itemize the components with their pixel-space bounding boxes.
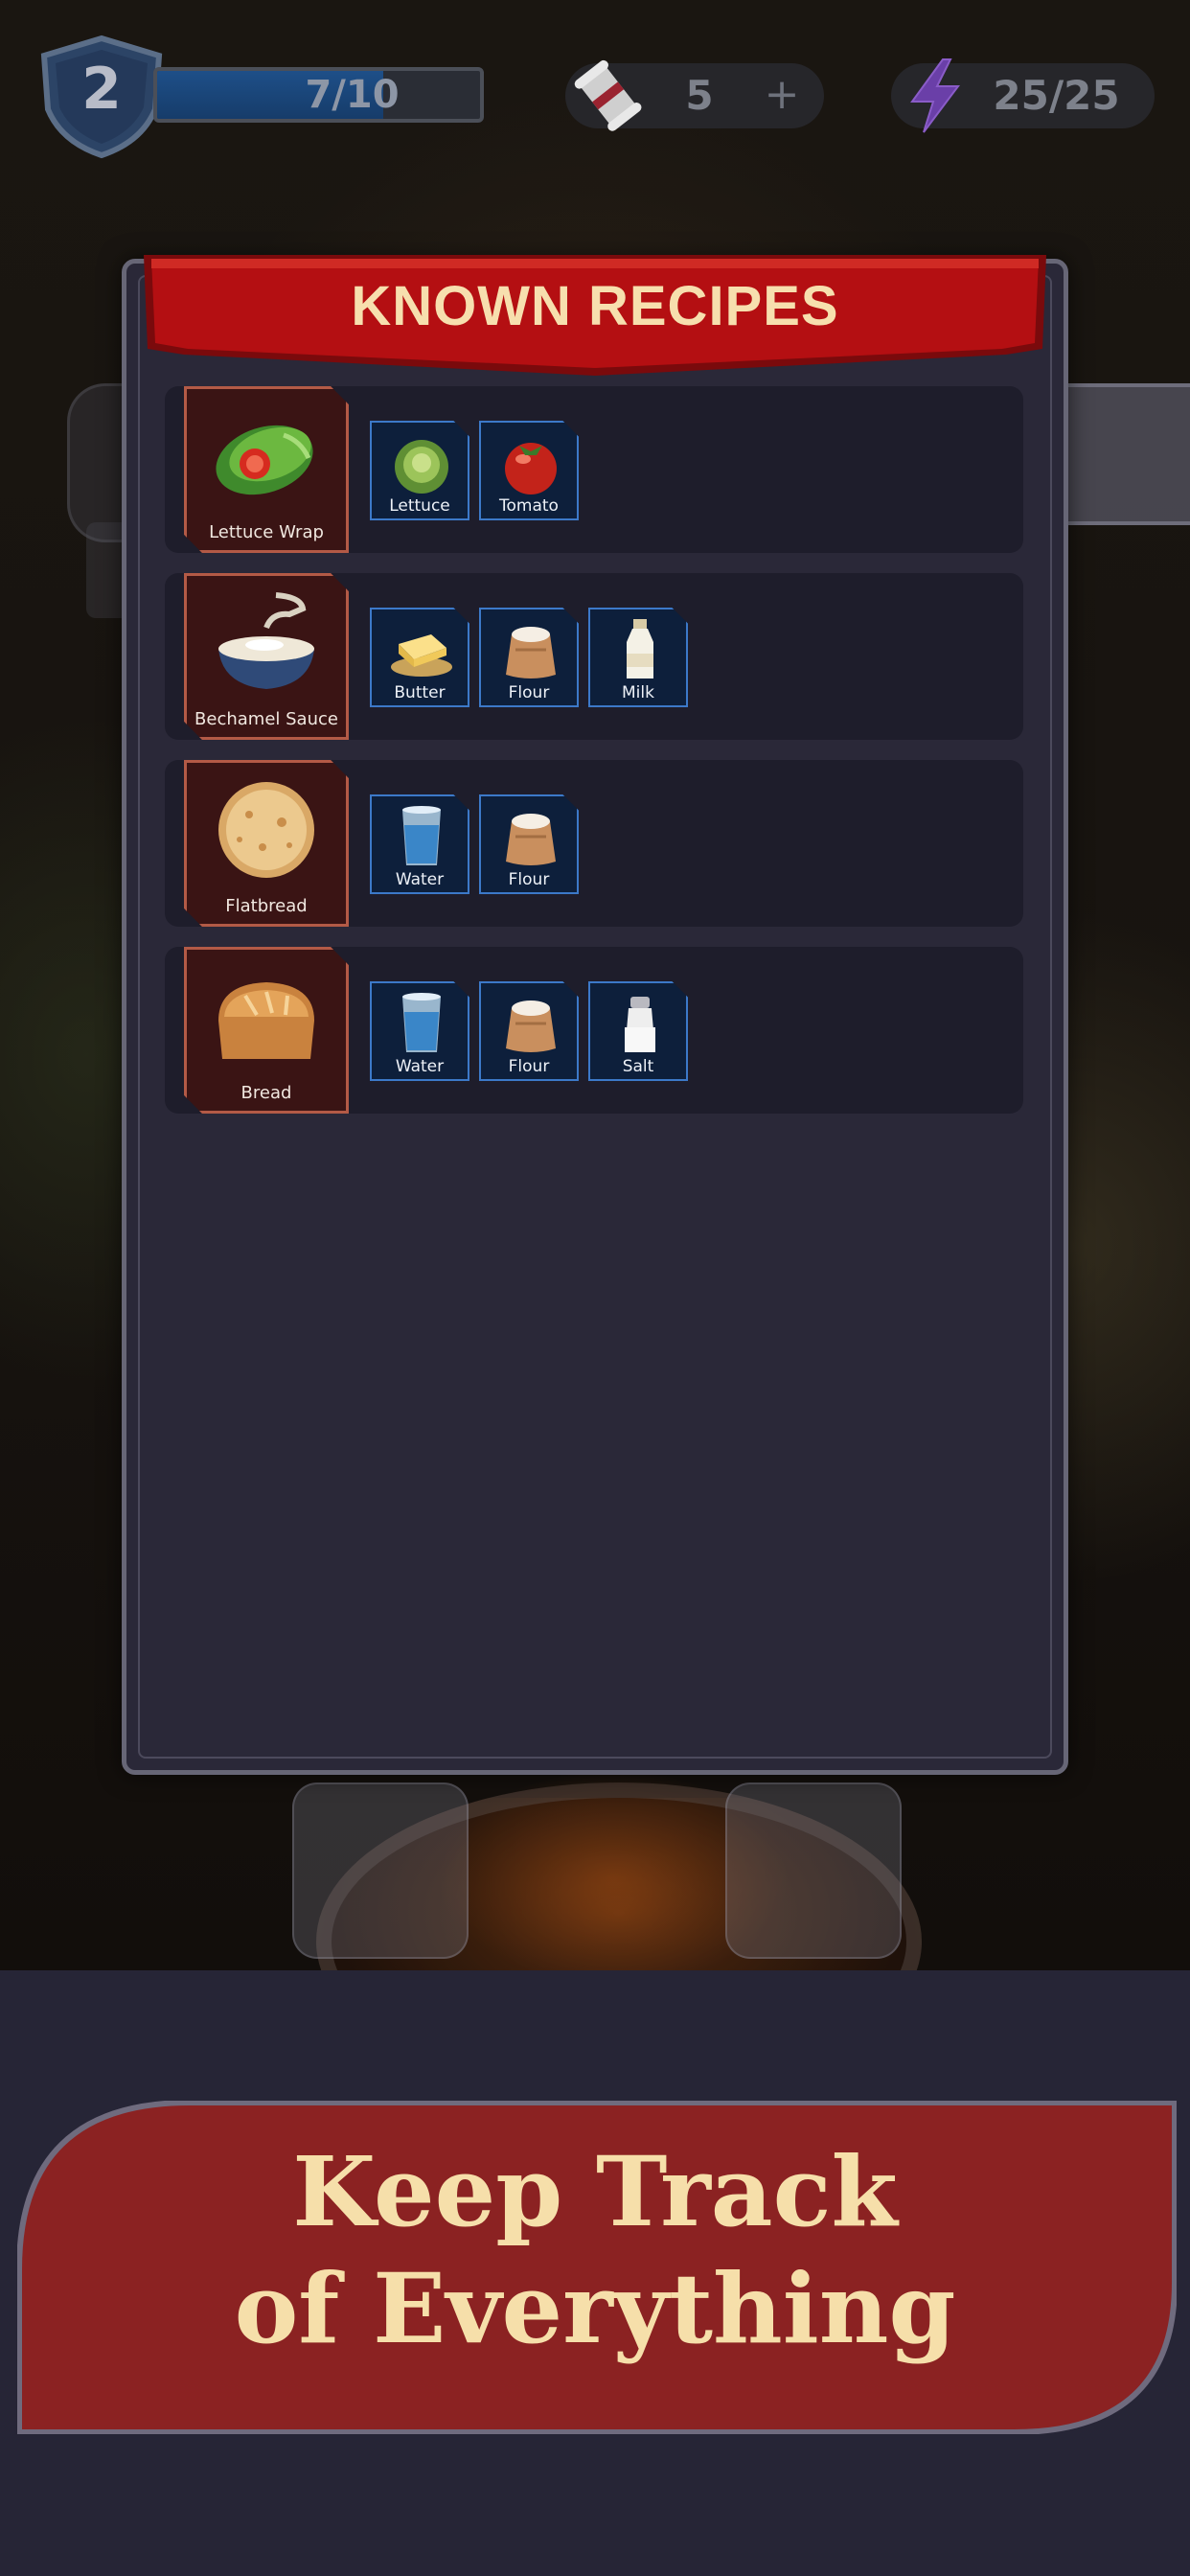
ingredient-name: Butter [394,683,446,702]
energy-counter: 25/25 [891,58,1155,133]
pot-slot-left [292,1782,469,1959]
tomato-icon [505,443,557,494]
recipe-card-flatbread[interactable]: Flatbread [184,760,349,927]
ingredient-name: Tomato [499,496,559,516]
promo-headline-line-1: Keep Track [292,2135,898,2248]
water-glass-icon [402,993,441,1052]
ingredient-card-milk[interactable]: Milk [588,608,688,707]
recipe-name: Lettuce Wrap [209,522,324,542]
add-scrolls-button[interactable]: + [753,67,811,125]
ingredient-card-lettuce[interactable]: Lettuce [370,421,469,520]
lettuce-icon [395,440,448,494]
ingredient-name: Flour [508,1057,550,1076]
ingredient-card-water[interactable]: Water [370,981,469,1081]
scrolls-counter: 5 + [565,59,824,131]
pot-slot-right [725,1782,902,1959]
flour-sack-icon [506,1000,556,1052]
ingredient-card-flour[interactable]: Flour [479,794,579,894]
bechamel-sauce-icon [218,592,314,689]
recipe-row: Bechamel Sauce Butter Flour Milk [165,573,1023,740]
lettuce-wrap-icon [216,425,313,495]
title-banner: KNOWN RECIPES [144,255,1046,380]
recipe-row: Bread Water Flour Salt [165,947,1023,1114]
ingredient-name: Salt [622,1057,654,1076]
recipe-row: Flatbread Water Flour [165,760,1023,927]
scroll-icon [574,59,642,131]
recipe-card-bechamel-sauce[interactable]: Bechamel Sauce [184,573,349,740]
recipe-card-bread[interactable]: Bread [184,947,349,1114]
xp-text: 7/10 [305,73,400,117]
water-glass-icon [402,806,441,865]
level-number: 2 [81,56,122,123]
scrolls-count: 5 [685,72,714,119]
energy-count: 25/25 [993,72,1120,119]
ingredient-name: Lettuce [389,496,450,516]
ingredient-card-flour[interactable]: Flour [479,608,579,707]
salt-shaker-icon [625,997,655,1052]
ingredient-name: Water [395,870,445,889]
recipe-name: Flatbread [225,896,308,916]
ingredient-card-butter[interactable]: Butter [370,608,469,707]
recipe-name: Bread [240,1083,292,1103]
recipe-name: Bechamel Sauce [195,709,338,729]
flatbread-icon [218,782,314,878]
ingredient-name: Flour [508,870,550,889]
promo-headline-line-2: of Everything [234,2252,956,2365]
ingredient-name: Flour [508,683,550,702]
xp-progress-bar: 7/10 [153,67,484,123]
bread-loaf-icon [218,982,314,1059]
level-badge: 2 [36,34,167,159]
lightning-bolt-icon [910,58,960,133]
ingredient-card-salt[interactable]: Salt [588,981,688,1081]
ingredient-card-tomato[interactable]: Tomato [479,421,579,520]
modal-title: KNOWN RECIPES [351,275,839,337]
milk-bottle-icon [627,619,653,678]
butter-icon [391,634,452,677]
flour-sack-icon [506,627,556,678]
flour-sack-icon [506,814,556,865]
recipe-list: Lettuce Wrap Lettuce Tomato Bechamel Sau… [165,386,1023,1134]
ingredient-name: Milk [622,683,654,702]
recipe-card-lettuce-wrap[interactable]: Lettuce Wrap [184,386,349,553]
recipe-row: Lettuce Wrap Lettuce Tomato [165,386,1023,553]
ingredient-name: Water [395,1057,445,1076]
ingredient-card-water[interactable]: Water [370,794,469,894]
ingredient-card-flour[interactable]: Flour [479,981,579,1081]
